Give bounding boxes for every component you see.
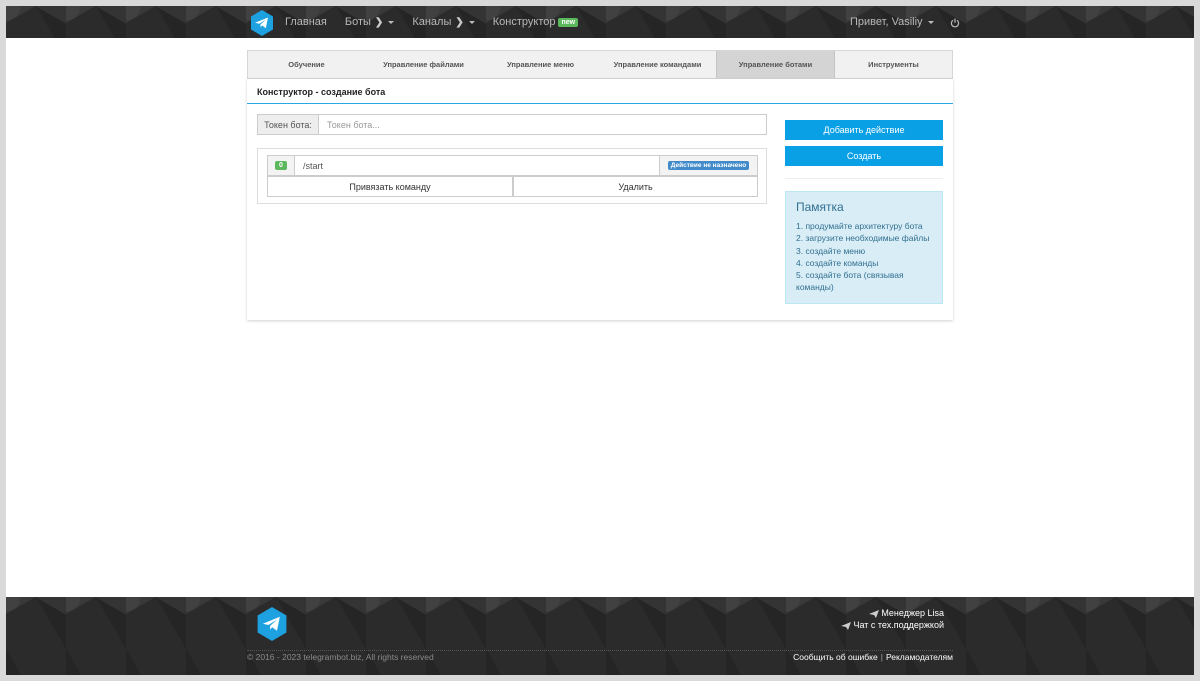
sidebar-divider: [785, 178, 943, 179]
memo-item: 5. создайте бота (связывая команды): [796, 270, 904, 293]
paper-plane-icon: [869, 609, 880, 618]
chevron-right-icon: ❯: [455, 16, 464, 28]
nav-bots-label: Боты: [344, 16, 371, 28]
paper-plane-icon: [841, 621, 852, 630]
command-number-cell: 0: [268, 156, 295, 175]
tab-label: Обучение: [288, 60, 325, 69]
nav-home[interactable]: Главная: [285, 16, 327, 28]
caret-down-icon: [468, 20, 475, 24]
top-navbar: Главная Боты ❯ Каналы ❯ Конструктор new …: [6, 6, 1194, 38]
tab-learning[interactable]: Обучение: [248, 51, 365, 78]
status-badge: Действие не назначено: [667, 161, 750, 170]
footer-contact-links: Менеджер Lisa Чат с тех.поддержкой: [841, 607, 944, 631]
user-nav: Привет, Vasiliy: [850, 6, 960, 38]
tab-bots[interactable]: Управление ботами: [716, 51, 835, 78]
memo-item: 3. создайте меню: [796, 245, 866, 256]
memo-item: 1. продумайте архитектуру бота: [796, 221, 923, 231]
panel-title: Конструктор - создание бота: [257, 87, 386, 97]
memo-item: 4. создайте команды: [796, 257, 879, 268]
manager-link-label: Менеджер Lisa: [881, 608, 944, 618]
tab-commands[interactable]: Управление командами: [599, 51, 716, 78]
command-text: /start: [303, 160, 324, 171]
command-row: 0 /start Действие не назначено: [267, 155, 758, 176]
command-box: 0 /start Действие не назначено Привязать…: [257, 148, 767, 204]
memo-title: Памятка: [796, 200, 844, 214]
new-badge: new: [558, 17, 579, 27]
tab-label: Управление командами: [613, 60, 702, 69]
delete-button[interactable]: Удалить: [513, 176, 758, 197]
footer-bottom-links: Сообщить об ошибке | Рекламодателям: [793, 652, 953, 662]
nav-constructor[interactable]: Конструктор new: [492, 16, 579, 28]
link-separator: |: [880, 652, 883, 662]
title-divider: [247, 103, 953, 104]
user-menu[interactable]: Привет, Vasiliy: [850, 16, 934, 28]
tab-files[interactable]: Управление файлами: [365, 51, 482, 78]
user-greeting: Привет, Vasiliy: [850, 16, 923, 28]
memo-item: 2. загрузите необходимые файлы: [796, 233, 930, 244]
support-link[interactable]: Чат с тех.поддержкой: [841, 619, 944, 631]
nav-channels-label: Каналы: [412, 16, 452, 28]
token-label: Токен бота:: [258, 115, 319, 134]
support-link-label: Чат с тех.поддержкой: [853, 620, 944, 630]
footer: Менеджер Lisa Чат с тех.поддержкой © 201…: [6, 597, 1194, 675]
nav-constructor-label: Конструктор: [492, 16, 556, 28]
telegram-logo-icon[interactable]: [256, 607, 288, 641]
nav-channels[interactable]: Каналы ❯: [412, 16, 475, 28]
advertisers-link[interactable]: Рекламодателям: [886, 652, 953, 662]
tab-label: Управление ботами: [738, 60, 813, 69]
tab-label: Инструменты: [868, 60, 919, 69]
memo-box: Памятка 1. продумайте архитектуру бота 2…: [785, 191, 943, 304]
caret-down-icon: [927, 20, 934, 24]
main-nav: Главная Боты ❯ Каналы ❯ Конструктор new: [285, 6, 596, 38]
command-number-badge: 0: [275, 161, 287, 170]
command-status-cell: Действие не назначено: [659, 156, 757, 175]
copyright-text: © 2016 - 2023 telegrambot.biz, All right…: [247, 652, 434, 662]
add-action-button[interactable]: Добавить действие: [785, 120, 943, 140]
manager-link[interactable]: Менеджер Lisa: [841, 607, 944, 619]
token-input[interactable]: [319, 115, 766, 134]
tab-label: Управление файлами: [383, 60, 464, 69]
create-button[interactable]: Создать: [785, 146, 943, 166]
tab-label: Управление меню: [506, 60, 575, 69]
power-icon[interactable]: [950, 17, 960, 28]
footer-divider: [247, 650, 953, 651]
section-tabs: Обучение Управление файлами Управление м…: [247, 50, 953, 79]
tab-menu[interactable]: Управление меню: [482, 51, 599, 78]
bind-command-button[interactable]: Привязать команду: [267, 176, 513, 197]
tab-tools[interactable]: Инструменты: [835, 51, 952, 78]
nav-bots[interactable]: Боты ❯: [344, 16, 395, 28]
page-frame: Главная Боты ❯ Каналы ❯ Конструктор new …: [6, 6, 1194, 675]
report-bug-link[interactable]: Сообщить об ошибке: [793, 652, 878, 662]
token-input-group: Токен бота:: [257, 114, 767, 135]
caret-down-icon: [388, 20, 395, 24]
telegram-logo-icon[interactable]: [250, 10, 274, 36]
nav-home-label: Главная: [285, 16, 327, 28]
chevron-right-icon: ❯: [374, 16, 384, 28]
constructor-panel: Конструктор - создание бота Токен бота: …: [247, 79, 953, 320]
